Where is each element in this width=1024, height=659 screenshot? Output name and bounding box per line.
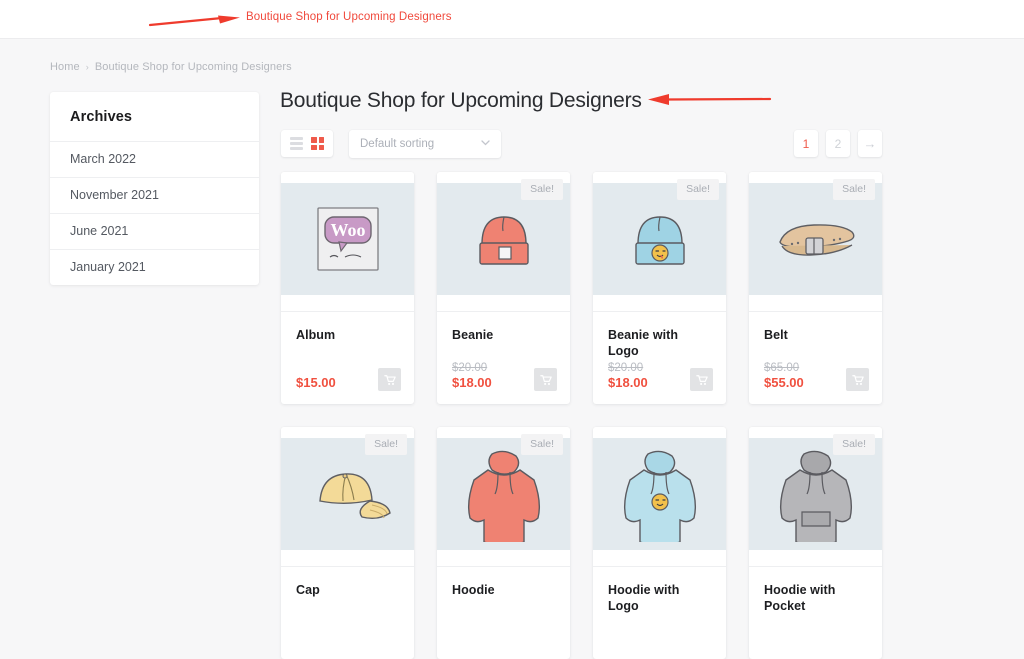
product-title: Beanie with Logo: [608, 328, 679, 358]
product-image-hoodie-with-logo: [593, 438, 726, 550]
sale-badge: Sale!: [365, 434, 407, 455]
sale-badge: Sale!: [833, 179, 875, 200]
pagination: 1 2 →: [794, 130, 882, 157]
product-title: Hoodie with Pocket: [764, 583, 836, 613]
product-prices: $20.00 $18.00: [608, 362, 648, 391]
product-body: Belt $65.00 $55.00: [749, 311, 882, 404]
sidebar-item-november-2021[interactable]: November 2021: [50, 177, 259, 213]
svg-text:Woo: Woo: [330, 220, 365, 240]
product-media[interactable]: Sale!: [749, 427, 882, 566]
sorting-select[interactable]: Default sorting: [349, 130, 501, 158]
product-title: Album: [296, 328, 336, 342]
product-prices: $15.00: [296, 375, 336, 391]
product-media[interactable]: Woo: [281, 172, 414, 311]
pagination-page-2[interactable]: 2: [826, 130, 850, 157]
product-price-current: $15.00: [296, 375, 336, 391]
list-view-icon[interactable]: [290, 137, 303, 150]
product-media[interactable]: Sale!: [437, 427, 570, 566]
product-price-row: $15.00: [296, 368, 401, 391]
pagination-next-button[interactable]: →: [858, 130, 882, 157]
product-body: Cap: [281, 566, 414, 659]
product-body: Hoodie: [437, 566, 570, 659]
product-price-current: $18.00: [452, 375, 492, 391]
chevron-down-icon: [481, 139, 490, 149]
sale-badge: Sale!: [833, 434, 875, 455]
sorting-select-value: Default sorting: [360, 138, 435, 150]
product-card-beanie-with-logo[interactable]: Sale! Beanie with Logo $20.00 $18.00: [593, 172, 726, 404]
sale-badge: Sale!: [677, 179, 719, 200]
sale-badge: Sale!: [521, 434, 563, 455]
grid-view-icon[interactable]: [311, 137, 324, 150]
product-price-original: $20.00: [452, 361, 488, 374]
add-to-cart-button[interactable]: [378, 368, 401, 391]
product-card-hoodie-with-pocket[interactable]: Sale! Hoodie with Pocket: [749, 427, 882, 659]
product-image-album: Woo: [281, 183, 414, 295]
product-body: Beanie with Logo $20.00 $18.00: [593, 311, 726, 404]
annotation-arrow-top-icon: [148, 15, 240, 27]
breadcrumb-current: Boutique Shop for Upcoming Designers: [94, 61, 292, 73]
product-price-current: $55.00: [764, 375, 804, 391]
shop-toolbar: Default sorting 1 2 →: [281, 130, 882, 159]
view-mode-toggle: [281, 130, 333, 157]
breadcrumb-home-link[interactable]: Home: [50, 61, 80, 73]
product-price-row: $65.00 $55.00: [764, 362, 869, 391]
browser-top-bar: Boutique Shop for Upcoming Designers: [0, 0, 1024, 39]
sidebar-item-march-2022[interactable]: March 2022: [50, 141, 259, 177]
product-media[interactable]: Sale!: [437, 172, 570, 311]
product-body: Hoodie with Logo: [593, 566, 726, 659]
product-card-belt[interactable]: Sale! Belt $65.00 $55.00: [749, 172, 882, 404]
product-card-album[interactable]: Woo Album $15.00: [281, 172, 414, 404]
sidebar-title: Archives: [70, 109, 133, 125]
product-body: Album $15.00: [281, 311, 414, 404]
product-prices: $20.00 $18.00: [452, 362, 492, 391]
product-media[interactable]: Sale!: [593, 172, 726, 311]
sidebar-archives-widget: Archives March 2022 November 2021 June 2…: [50, 92, 259, 285]
product-price-row: $20.00 $18.00: [608, 362, 713, 391]
pagination-page-1[interactable]: 1: [794, 130, 818, 157]
product-body: Beanie $20.00 $18.00: [437, 311, 570, 404]
product-body: Hoodie with Pocket: [749, 566, 882, 659]
sale-badge: Sale!: [521, 179, 563, 200]
breadcrumb-separator-icon: ›: [85, 62, 89, 72]
product-media[interactable]: Sale!: [749, 172, 882, 311]
product-price-original: $65.00: [764, 361, 800, 374]
product-title: Cap: [296, 583, 320, 597]
product-card-cap[interactable]: Sale! Cap: [281, 427, 414, 659]
product-title: Beanie: [452, 328, 494, 342]
product-media[interactable]: Sale!: [281, 427, 414, 566]
annotation-label-top: Boutique Shop for Upcoming Designers: [246, 11, 452, 23]
product-media[interactable]: [593, 427, 726, 566]
product-card-beanie[interactable]: Sale! Beanie $20.00 $18.00: [437, 172, 570, 404]
product-price-original: $20.00: [608, 361, 644, 374]
product-prices: $65.00 $55.00: [764, 362, 804, 391]
annotation-arrow-title-icon: [648, 94, 772, 105]
sidebar-item-june-2021[interactable]: June 2021: [50, 213, 259, 249]
add-to-cart-button[interactable]: [534, 368, 557, 391]
product-title: Belt: [764, 328, 788, 342]
product-title: Hoodie: [452, 583, 495, 597]
breadcrumb: Home › Boutique Shop for Upcoming Design…: [50, 61, 292, 73]
sidebar-item-january-2021[interactable]: January 2021: [50, 249, 259, 285]
product-grid: Woo Album $15.00 Sale! Beanie $20.00 $18…: [281, 172, 883, 659]
product-price-row: $20.00 $18.00: [452, 362, 557, 391]
product-card-hoodie-with-logo[interactable]: Hoodie with Logo: [593, 427, 726, 659]
product-card-hoodie[interactable]: Sale! Hoodie: [437, 427, 570, 659]
product-price-current: $18.00: [608, 375, 648, 391]
product-title: Hoodie with Logo: [608, 583, 680, 613]
add-to-cart-button[interactable]: [690, 368, 713, 391]
add-to-cart-button[interactable]: [846, 368, 869, 391]
page-title: Boutique Shop for Upcoming Designers: [280, 89, 642, 112]
